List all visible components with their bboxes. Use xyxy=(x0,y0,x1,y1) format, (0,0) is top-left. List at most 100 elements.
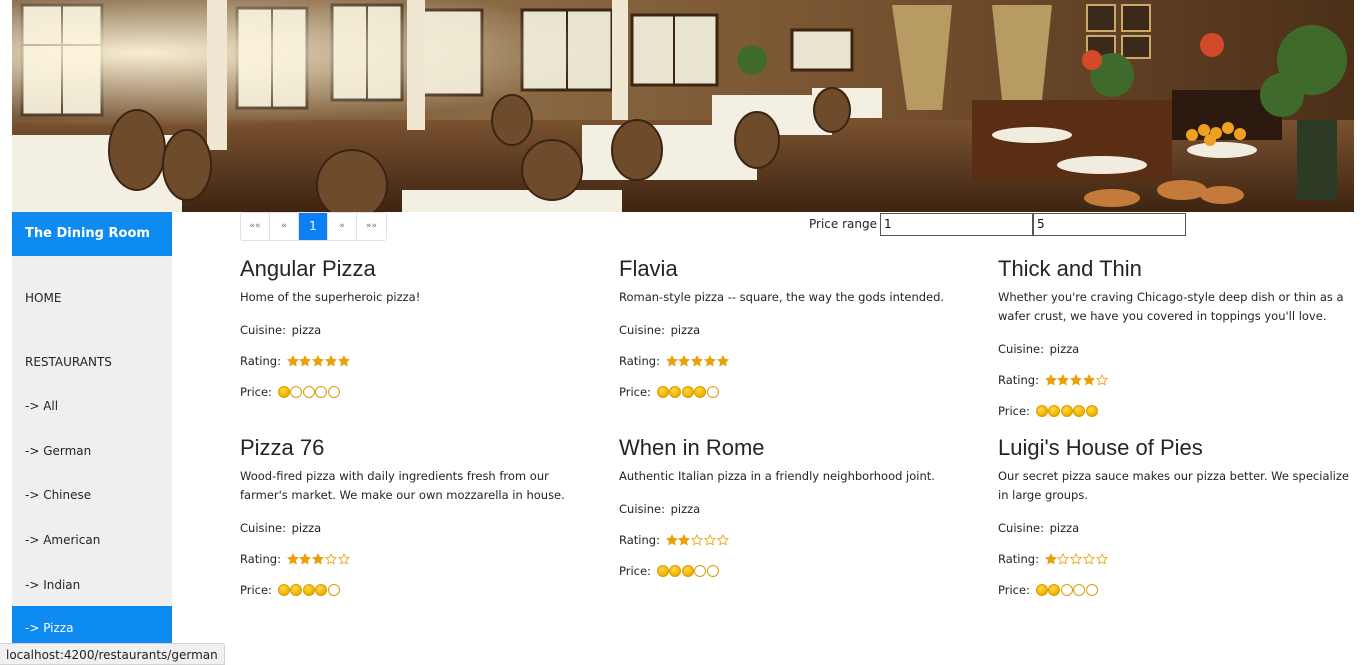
rating-label: Rating: xyxy=(619,533,660,547)
star-icon xyxy=(1070,553,1083,565)
restaurant-description: Wood-fired pizza with daily ingredients … xyxy=(240,469,565,502)
star-icon xyxy=(1044,374,1057,386)
rating-label: Rating: xyxy=(998,552,1039,566)
cuisine-value: pizza xyxy=(670,502,701,516)
cuisine-label: Cuisine: xyxy=(619,502,665,516)
price-label: Price: xyxy=(240,385,272,399)
restaurant-description: Authentic Italian pizza in a friendly ne… xyxy=(619,469,935,483)
star-icon xyxy=(1083,374,1095,386)
star-icon xyxy=(1095,553,1108,565)
nav-item-all[interactable]: -> All xyxy=(12,384,172,428)
nav-item-american[interactable]: -> American xyxy=(12,518,172,562)
price-coin-icon xyxy=(302,386,315,398)
price-coins xyxy=(1035,405,1099,417)
rating-stars xyxy=(1044,374,1109,386)
cuisine-label: Cuisine: xyxy=(619,323,665,337)
star-icon xyxy=(325,553,337,565)
price-row: Price: xyxy=(240,384,596,400)
restaurant-card: Flavia Roman-style pizza -- square, the … xyxy=(619,256,975,400)
price-label: Price: xyxy=(240,583,272,597)
star-icon xyxy=(665,534,678,546)
brand-title[interactable]: The Dining Room xyxy=(12,212,172,256)
price-coin-icon xyxy=(681,386,694,398)
price-coin-icon xyxy=(327,386,340,398)
cuisine-row: Cuisine: pizza xyxy=(240,520,596,536)
star-icon xyxy=(299,355,312,367)
price-coin-icon xyxy=(290,386,303,398)
price-min-input[interactable] xyxy=(879,212,1033,236)
price-coin-icon xyxy=(669,565,682,577)
cuisine-value: pizza xyxy=(291,323,322,337)
price-row: Price: xyxy=(998,403,1354,419)
price-coin-icon xyxy=(656,386,669,398)
page-current-button[interactable]: 1 xyxy=(299,213,328,240)
star-icon xyxy=(286,355,299,367)
restaurant-name[interactable]: Luigi's House of Pies xyxy=(998,435,1354,461)
price-coin-icon xyxy=(1048,405,1061,417)
restaurant-name[interactable]: When in Rome xyxy=(619,435,975,461)
price-coins xyxy=(277,584,341,596)
price-coin-icon xyxy=(694,386,707,398)
restaurant-description: Our secret pizza sauce makes our pizza b… xyxy=(998,469,1349,502)
cuisine-label: Cuisine: xyxy=(998,342,1044,356)
nav-item-german[interactable]: -> German xyxy=(12,429,172,473)
rating-row: Rating: xyxy=(240,551,596,567)
star-icon xyxy=(1083,553,1095,565)
price-coin-icon xyxy=(290,584,303,596)
rating-label: Rating: xyxy=(240,552,281,566)
restaurant-name[interactable]: Pizza 76 xyxy=(240,435,596,461)
star-icon xyxy=(1044,553,1057,565)
nav-item-indian[interactable]: -> Indian xyxy=(12,563,172,607)
star-icon xyxy=(312,355,325,367)
page-first-button[interactable]: «« xyxy=(241,213,270,240)
star-icon xyxy=(691,534,704,546)
star-icon xyxy=(325,355,337,367)
price-coin-icon xyxy=(669,386,682,398)
cuisine-row: Cuisine: pizza xyxy=(998,341,1354,357)
restaurant-name[interactable]: Angular Pizza xyxy=(240,256,596,282)
price-coin-icon xyxy=(1060,584,1073,596)
star-icon xyxy=(716,355,729,367)
nav-item-chinese[interactable]: -> Chinese xyxy=(12,473,172,517)
price-coin-icon xyxy=(315,386,328,398)
price-range-filter: Price range xyxy=(809,212,1186,236)
star-icon xyxy=(337,355,350,367)
nav-item-home[interactable]: HOME xyxy=(12,276,172,320)
price-coin-icon xyxy=(681,565,694,577)
price-coin-icon xyxy=(694,565,707,577)
price-coin-icon xyxy=(1035,405,1048,417)
restaurant-card: When in Rome Authentic Italian pizza in … xyxy=(619,435,975,579)
page-prev-button[interactable]: « xyxy=(270,213,299,240)
sidebar: The Dining Room HOME RESTAURANTS -> All … xyxy=(12,212,172,665)
nav-item-restaurants[interactable]: RESTAURANTS xyxy=(12,340,172,384)
cuisine-row: Cuisine: pizza xyxy=(619,501,975,517)
price-max-input[interactable] xyxy=(1032,212,1186,236)
price-label: Price: xyxy=(619,385,651,399)
cuisine-value: pizza xyxy=(291,521,322,535)
price-range-label: Price range xyxy=(809,217,877,231)
rating-label: Rating: xyxy=(619,354,660,368)
rating-row: Rating: xyxy=(619,532,975,548)
star-icon xyxy=(1057,553,1070,565)
price-coin-icon xyxy=(1035,584,1048,596)
star-icon xyxy=(704,534,716,546)
rating-stars xyxy=(286,553,351,565)
page-next-button[interactable]: » xyxy=(328,213,357,240)
price-coin-icon xyxy=(327,584,340,596)
star-icon xyxy=(337,553,350,565)
star-icon xyxy=(1057,374,1070,386)
price-coin-icon xyxy=(1060,405,1073,417)
rating-stars xyxy=(665,355,730,367)
restaurant-card: Angular Pizza Home of the superheroic pi… xyxy=(240,256,596,400)
price-coin-icon xyxy=(277,386,290,398)
price-coins xyxy=(656,565,720,577)
page-last-button[interactable]: »» xyxy=(357,213,386,240)
price-label: Price: xyxy=(998,583,1030,597)
price-coin-icon xyxy=(706,386,719,398)
restaurant-name[interactable]: Thick and Thin xyxy=(998,256,1354,282)
restaurant-description: Home of the superheroic pizza! xyxy=(240,290,421,304)
restaurant-description: Roman-style pizza -- square, the way the… xyxy=(619,290,945,304)
cuisine-row: Cuisine: pizza xyxy=(998,520,1354,536)
restaurant-name[interactable]: Flavia xyxy=(619,256,975,282)
star-icon xyxy=(299,553,312,565)
